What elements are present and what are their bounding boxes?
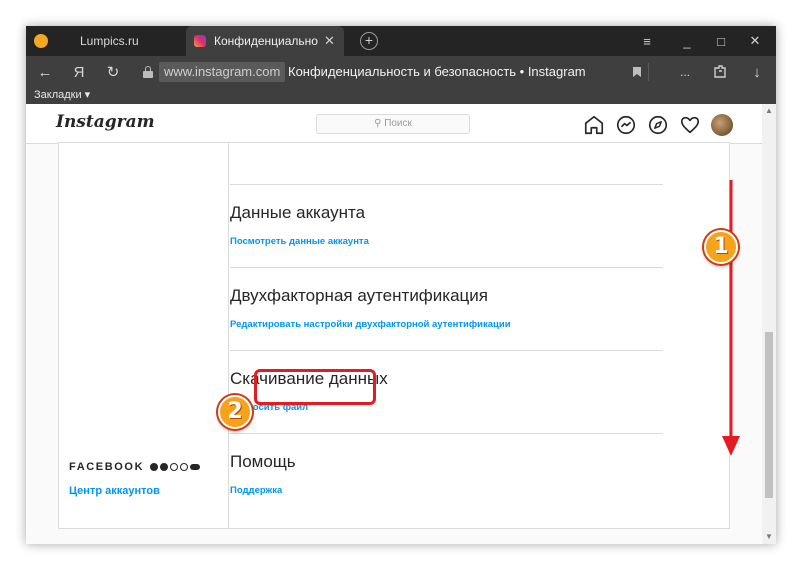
section-divider: [230, 184, 663, 185]
step-badge-1: 1: [704, 230, 738, 264]
instagram-header: Instagram ⚲ Поиск: [26, 104, 762, 144]
oculus-icon: [190, 464, 201, 470]
support-link[interactable]: Поддержка: [230, 485, 663, 496]
explore-icon[interactable]: [647, 114, 669, 136]
tab-instagram[interactable]: Конфиденциальность и ✕: [186, 26, 344, 56]
heart-icon[interactable]: [679, 114, 701, 136]
tab-label: Конфиденциальность и: [214, 34, 318, 48]
more-icon[interactable]: ...: [672, 56, 698, 88]
search-placeholder: Поиск: [384, 118, 412, 129]
scroll-up-icon[interactable]: ▲: [765, 106, 773, 115]
browser-window: Lumpics.ru Конфиденциальность и ✕ + ≡ _ …: [26, 26, 776, 544]
section-heading: Данные аккаунта: [230, 203, 366, 222]
new-tab-icon[interactable]: +: [360, 32, 378, 50]
edit-two-factor-link[interactable]: Редактировать настройки двухфакторной ау…: [230, 319, 663, 330]
instagram-logo[interactable]: Instagram: [56, 112, 155, 132]
section-heading: Двухфакторная аутентификация: [230, 286, 488, 305]
url-domain[interactable]: www.instagram.com: [159, 62, 286, 82]
whatsapp-icon: [180, 463, 189, 471]
view-account-data-link[interactable]: Посмотреть данные аккаунта: [230, 236, 663, 247]
download-icon[interactable]: ↓: [744, 56, 770, 88]
accounts-center-link[interactable]: Центр аккаунтов: [69, 485, 160, 497]
tab-bar: Lumpics.ru Конфиденциальность и ✕ + ≡ _ …: [26, 26, 776, 56]
scrollbar-thumb[interactable]: [765, 332, 773, 498]
address-bar: ← Я ↻ www.instagram.com Конфиденциальнос…: [26, 56, 776, 88]
section-divider: [230, 267, 663, 268]
meta-apps-icons: [150, 463, 202, 471]
home-icon[interactable]: [583, 114, 605, 136]
instagram-favicon-icon: [194, 35, 206, 47]
step-badge-2: 2: [218, 395, 252, 429]
section-two-factor: Двухфакторная аутентификация Редактирова…: [230, 286, 663, 330]
facebook-brand-row: FACEBOOK: [69, 461, 202, 473]
facebook-icon: [150, 463, 159, 471]
minimize-icon[interactable]: _: [672, 26, 702, 56]
section-divider: [230, 433, 663, 434]
search-icon: ⚲: [374, 118, 382, 129]
search-input[interactable]: ⚲ Поиск: [316, 114, 470, 134]
tab-label: Lumpics.ru: [80, 34, 139, 48]
scroll-down-arrow-annotation: [722, 180, 740, 456]
back-icon[interactable]: ←: [32, 56, 58, 88]
instagram-small-icon: [170, 463, 179, 471]
page-content: FACEBOOK Центр аккаунтов Данные аккаунта…: [26, 142, 762, 544]
avatar[interactable]: [711, 114, 733, 136]
toolbar-divider: [648, 63, 649, 81]
facebook-title: FACEBOOK: [69, 461, 145, 473]
settings-sidebar: FACEBOOK Центр аккаунтов: [59, 143, 229, 528]
browser-menu-icon[interactable]: ≡: [632, 26, 662, 56]
yandex-menu-dot-icon[interactable]: [34, 34, 48, 48]
tab-lumpics[interactable]: Lumpics.ru: [54, 26, 184, 56]
section-divider: [230, 350, 663, 351]
section-heading: Помощь: [230, 452, 296, 471]
request-file-highlight: [254, 369, 376, 405]
section-help: Помощь Поддержка: [230, 452, 663, 496]
reload-icon[interactable]: ↻: [100, 56, 126, 88]
bookmarks-label[interactable]: Закладки ▾: [34, 89, 90, 101]
maximize-icon[interactable]: □: [706, 26, 736, 56]
section-account-data: Данные аккаунта Посмотреть данные аккаун…: [230, 203, 663, 247]
yandex-icon[interactable]: Я: [66, 56, 92, 88]
messenger-icon[interactable]: [615, 114, 637, 136]
url-page-title[interactable]: Конфиденциальность и безопасность • Inst…: [288, 56, 586, 88]
bookmarks-bar[interactable]: Закладки ▾: [26, 88, 776, 104]
extensions-icon[interactable]: [712, 64, 728, 80]
scroll-down-icon[interactable]: ▼: [765, 532, 773, 541]
close-window-icon[interactable]: ✕: [740, 26, 770, 56]
page-scrollbar[interactable]: ▲ ▼: [762, 104, 776, 544]
messenger-small-icon: [160, 463, 169, 471]
bookmark-icon[interactable]: [632, 66, 642, 78]
tab-close-icon[interactable]: ✕: [324, 33, 335, 49]
lock-icon: [143, 66, 153, 78]
